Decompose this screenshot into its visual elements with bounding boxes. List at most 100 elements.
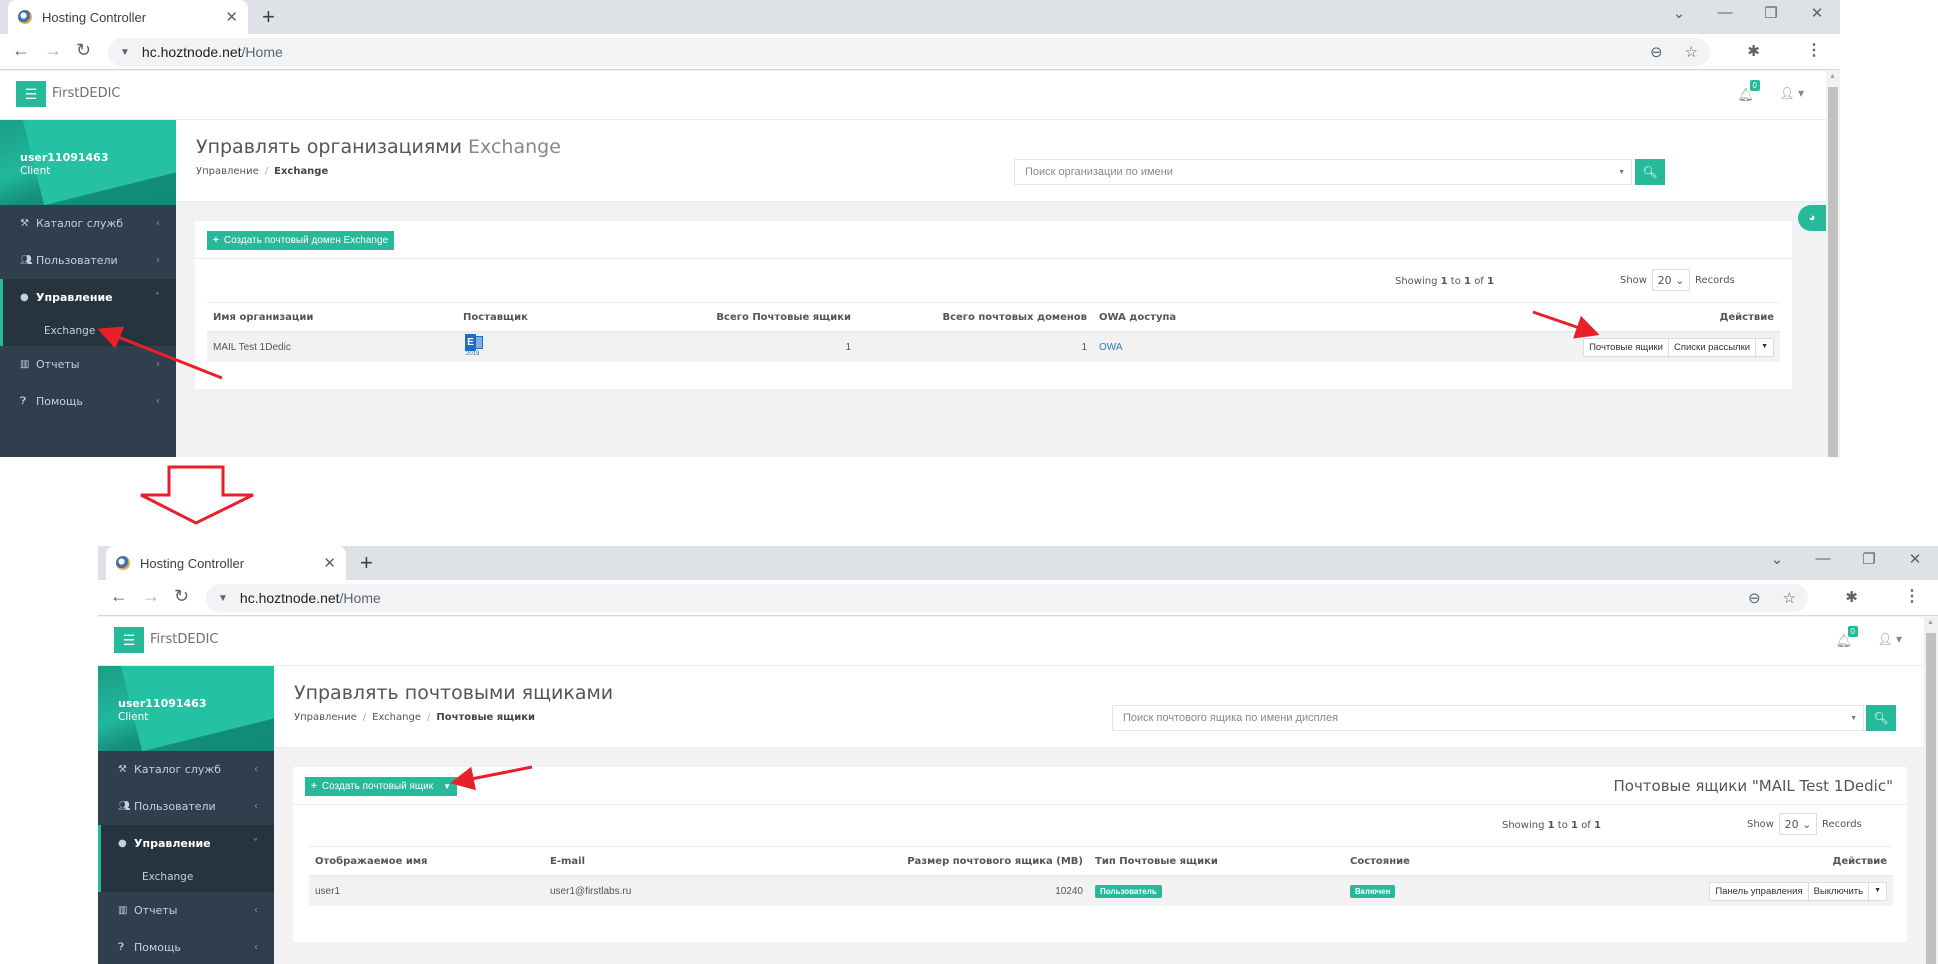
- page-scrollbar[interactable]: ▲: [1826, 71, 1840, 457]
- owa-link[interactable]: OWA: [1099, 342, 1123, 353]
- chevron-down-icon: ˅: [253, 838, 258, 849]
- caret-down-icon[interactable]: ▼: [1850, 715, 1857, 722]
- sidebar-item-catalog[interactable]: ⚒ Каталог служб ‹: [98, 751, 274, 788]
- disable-button[interactable]: Выключить: [1809, 883, 1870, 900]
- user-menu-icon[interactable]: 👤︎ ▾: [1877, 632, 1902, 646]
- search-button[interactable]: 🔍︎: [1635, 159, 1665, 185]
- sidebar: user11091463 Client ⚒ Каталог служб ‹ 👥︎ По…: [98, 666, 274, 964]
- new-tab-button[interactable]: +: [360, 550, 373, 576]
- col-org-name[interactable]: Имя организации: [207, 304, 457, 333]
- sidebar-item-label: Помощь: [134, 941, 181, 954]
- scrollbar-thumb[interactable]: [1926, 633, 1936, 964]
- brand-name: FirstDEDIC: [52, 86, 121, 101]
- reload-icon[interactable]: ↻: [76, 40, 91, 61]
- col-mailbox-type[interactable]: Тип Почтовые ящики: [1089, 848, 1344, 877]
- scroll-up-icon[interactable]: ▲: [1829, 73, 1836, 80]
- search-button[interactable]: 🔍︎: [1866, 705, 1896, 731]
- caret-down-icon[interactable]: ▼: [1618, 169, 1625, 176]
- sidebar-item-help[interactable]: ❓︎ Помощь ‹: [98, 929, 274, 964]
- page-size-select[interactable]: 20 ⌄: [1651, 269, 1690, 291]
- page-size-select[interactable]: 20 ⌄: [1778, 813, 1817, 835]
- caret-down-icon[interactable]: ▼: [443, 782, 451, 791]
- distribution-lists-button[interactable]: Списки рассылки: [1669, 339, 1757, 356]
- sidebar-item-reports[interactable]: ▥ Отчеты ‹: [98, 892, 274, 929]
- browser-tab[interactable]: Hosting Controller ✕: [8, 0, 248, 34]
- col-owa[interactable]: OWA доступа: [1093, 304, 1293, 333]
- url-field[interactable]: ▼ hc.hoztnode.net /Home ⊖ ☆: [206, 584, 1808, 612]
- col-total-mailboxes[interactable]: Всего Почтовые ящики: [657, 304, 857, 333]
- organization-search-input[interactable]: Поиск организации по имени ▼: [1014, 159, 1632, 185]
- browser-menu-icon[interactable]: ⋮: [1904, 586, 1920, 606]
- reload-icon[interactable]: ↻: [174, 586, 189, 607]
- col-status[interactable]: Состояние: [1344, 848, 1594, 877]
- display-name: user1: [309, 876, 544, 906]
- menu-toggle-button[interactable]: ☰: [114, 627, 144, 653]
- back-icon[interactable]: ←: [110, 586, 128, 607]
- col-mailbox-size[interactable]: Размер почтового ящика (MB): [844, 848, 1089, 877]
- extensions-puzzle-icon[interactable]: ✱: [1845, 588, 1858, 606]
- sidebar-item-users[interactable]: 👥︎ Пользователи ‹: [98, 788, 274, 825]
- zoom-out-icon[interactable]: ⊖: [1650, 43, 1663, 61]
- restore-icon[interactable]: ❐: [1846, 550, 1892, 568]
- tab-search-icon[interactable]: ⌄: [1754, 550, 1800, 568]
- sidebar-item-users[interactable]: 👥︎ Пользователи ‹: [0, 242, 176, 279]
- control-panel-button[interactable]: Панель управления: [1710, 883, 1809, 900]
- divider: [207, 302, 1780, 303]
- sidebar-subitem-exchange[interactable]: Exchange: [0, 316, 176, 346]
- mailboxes-button[interactable]: Почтовые ящики: [1584, 339, 1669, 356]
- url-field[interactable]: ▼ hc.hoztnode.net /Home ⊖ ☆: [108, 38, 1710, 66]
- bookmark-star-icon[interactable]: ☆: [1783, 589, 1796, 607]
- sidebar-item-reports[interactable]: ▥ Отчеты ‹: [0, 346, 176, 383]
- zoom-out-icon[interactable]: ⊖: [1748, 589, 1761, 607]
- sidebar-subitem-exchange[interactable]: Exchange: [98, 862, 274, 892]
- minimize-icon[interactable]: —: [1800, 550, 1846, 568]
- back-icon[interactable]: ←: [12, 40, 30, 61]
- menu-toggle-button[interactable]: ☰: [16, 81, 46, 107]
- scrollbar-thumb[interactable]: [1828, 87, 1838, 457]
- forward-icon[interactable]: →: [44, 40, 62, 61]
- breadcrumb-item[interactable]: Exchange: [372, 712, 421, 723]
- chat-widget-button[interactable]: ◕: [1798, 205, 1826, 231]
- sidebar-item-help[interactable]: ❓︎ Помощь ‹: [0, 383, 176, 420]
- breadcrumb-item[interactable]: Управление: [294, 712, 357, 723]
- more-actions-caret-icon[interactable]: ▼: [1756, 339, 1773, 356]
- close-tab-icon[interactable]: ✕: [323, 554, 336, 572]
- scroll-up-icon[interactable]: ▲: [1927, 619, 1934, 626]
- pagination-info: Showing 1 to 1 of 1: [1502, 820, 1601, 831]
- user-menu-icon[interactable]: 👤︎ ▾: [1779, 86, 1804, 100]
- mailboxes-table: Отображаемое имя E-mail Размер почтового…: [309, 848, 1893, 906]
- tab-title: Hosting Controller: [42, 9, 147, 25]
- close-window-icon[interactable]: ✕: [1794, 4, 1840, 22]
- browser-menu-icon[interactable]: ⋮: [1806, 40, 1822, 60]
- browser-tab[interactable]: Hosting Controller ✕: [106, 546, 346, 580]
- create-exchange-domain-button[interactable]: + Создать почтовый домен Exchange: [207, 231, 395, 250]
- close-window-icon[interactable]: ✕: [1892, 550, 1938, 568]
- sidebar-item-catalog[interactable]: ⚒ Каталог служб ‹: [0, 205, 176, 242]
- col-display-name[interactable]: Отображаемое имя: [309, 848, 544, 877]
- sidebar-item-label: Управление: [134, 837, 211, 850]
- url-path: /Home: [241, 44, 283, 60]
- col-provider[interactable]: Поставщик: [457, 304, 657, 333]
- sidebar-item-management[interactable]: ● Управление ˅: [98, 825, 274, 862]
- search-placeholder: Поиск почтового ящика по имени дисплея: [1123, 712, 1339, 724]
- minimize-icon[interactable]: —: [1702, 4, 1748, 22]
- notification-badge: 0: [1847, 626, 1858, 637]
- sidebar-item-label: Управление: [36, 291, 113, 304]
- tab-search-icon[interactable]: ⌄: [1656, 4, 1702, 22]
- create-mailbox-button[interactable]: + Создать почтовый ящик ▼: [305, 777, 458, 796]
- new-tab-button[interactable]: +: [262, 4, 275, 30]
- breadcrumb-item[interactable]: Управление: [196, 166, 259, 177]
- chevron-left-icon: ‹: [254, 905, 258, 916]
- col-email[interactable]: E-mail: [544, 848, 844, 877]
- page-scrollbar[interactable]: ▲: [1924, 617, 1938, 964]
- close-tab-icon[interactable]: ✕: [225, 8, 238, 26]
- mailbox-search-input[interactable]: Поиск почтового ящика по имени дисплея ▼: [1112, 705, 1864, 731]
- extensions-puzzle-icon[interactable]: ✱: [1747, 42, 1760, 60]
- col-total-domains[interactable]: Всего почтовых доменов: [857, 304, 1093, 333]
- plus-icon: +: [213, 235, 219, 246]
- bookmark-star-icon[interactable]: ☆: [1685, 43, 1698, 61]
- sidebar-item-management[interactable]: ● Управление ˅: [0, 279, 176, 316]
- restore-icon[interactable]: ❐: [1748, 4, 1794, 22]
- forward-icon[interactable]: →: [142, 586, 160, 607]
- more-actions-caret-icon[interactable]: ▼: [1869, 883, 1886, 900]
